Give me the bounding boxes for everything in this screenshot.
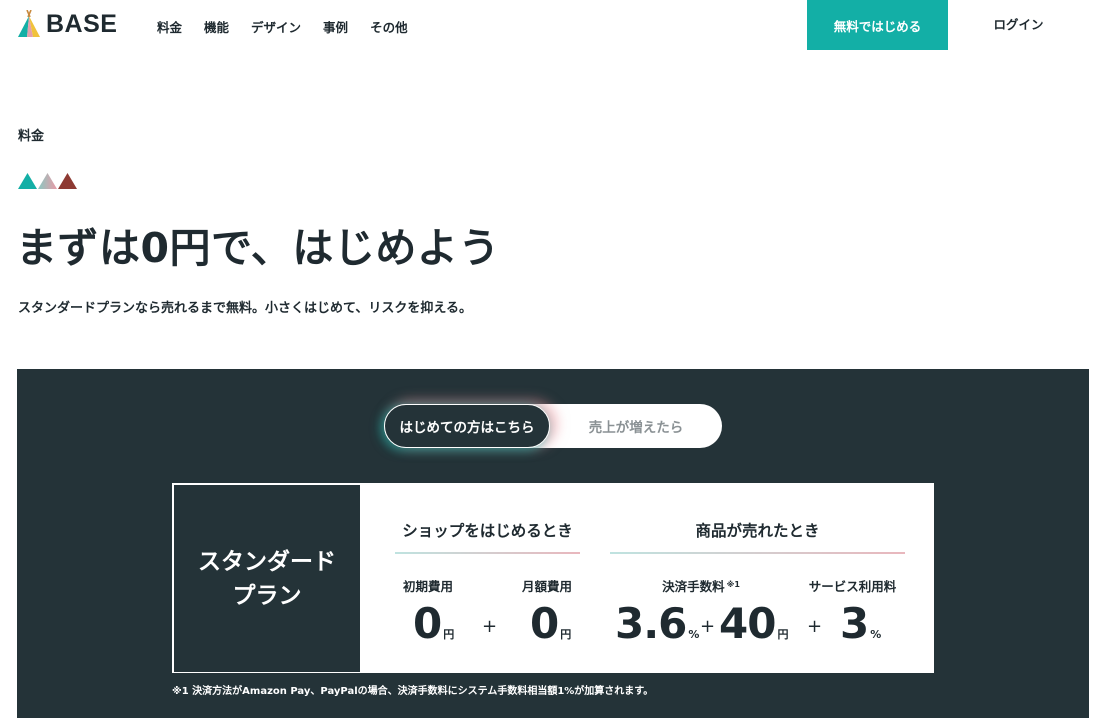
service-fee-unit: %	[870, 628, 882, 641]
product-sold-divider	[610, 552, 905, 554]
tent-logo-icon	[18, 10, 40, 37]
service-fee-label: サービス利用料	[808, 579, 897, 594]
service-fee-number: 3	[840, 599, 869, 648]
shop-start-title: ショップをはじめるとき	[402, 522, 573, 540]
service-fee-value: 3%	[840, 599, 881, 648]
payment-fee-yen-unit: 円	[777, 628, 789, 641]
pricing-panel: はじめての方はこちら 売上が増えたら スタンダード プラン ショップをはじめると…	[17, 369, 1089, 718]
triangle-brown-icon	[58, 173, 77, 189]
initial-fee-unit: 円	[443, 628, 455, 641]
page-subtitle: スタンダードプランなら売れるまで無料。小さくはじめて、リスクを抑える。	[18, 301, 472, 316]
payment-fee-yen-number: 40	[719, 599, 776, 648]
payment-fee-yen-value: 40 円	[719, 599, 788, 648]
site-header: BASE 料金 機能 デザイン 事例 その他 無料ではじめる ログイン	[0, 0, 1109, 50]
triangle-pink-icon	[38, 173, 57, 189]
monthly-fee-unit: 円	[560, 628, 572, 641]
triangle-teal-icon	[18, 173, 37, 189]
page-category-label: 料金	[18, 129, 45, 144]
triangle-decoration	[18, 173, 77, 189]
nav-item-cases[interactable]: 事例	[323, 17, 348, 36]
main-nav: 料金 機能 デザイン 事例 その他	[157, 17, 430, 36]
nav-item-pricing[interactable]: 料金	[157, 17, 182, 36]
toggle-sales-increase[interactable]: 売上が増えたら	[550, 404, 722, 448]
logo-text: BASE	[46, 9, 118, 38]
initial-fee-label: 初期費用	[402, 579, 453, 594]
plan-name-line1: スタンダード	[198, 548, 336, 575]
toggle-first-time[interactable]: はじめての方はこちら	[384, 404, 550, 448]
shop-start-divider	[395, 552, 580, 554]
nav-item-design[interactable]: デザイン	[251, 17, 301, 36]
payment-fee-label-text: 決済手数料	[662, 579, 725, 594]
monthly-fee-number: 0	[530, 599, 559, 648]
product-sold-title: 商品が売れたとき	[695, 522, 820, 540]
plan-name: スタンダード プラン	[174, 485, 360, 672]
payment-fee-percent-number: 3.6	[615, 599, 687, 648]
payment-fee-label: 決済手数料 ※1	[651, 576, 751, 595]
payment-fee-footnote: ※1 決済方法がAmazon Pay、PayPalの場合、決済手数料にシステム手…	[172, 686, 654, 697]
plus-sign: +	[807, 616, 823, 637]
plan-toggle: はじめての方はこちら 売上が増えたら	[384, 404, 722, 448]
plus-sign: +	[482, 616, 498, 637]
payment-fee-note: ※1	[726, 580, 740, 589]
initial-fee-value: 0円	[413, 599, 454, 648]
login-button[interactable]: ログイン	[948, 0, 1089, 46]
monthly-fee-label: 月額費用	[521, 579, 572, 594]
nav-item-other[interactable]: その他	[370, 17, 408, 36]
initial-fee-number: 0	[413, 599, 442, 648]
payment-fee-percent-unit: %	[688, 628, 700, 641]
plus-sign: +	[700, 616, 716, 637]
nav-item-features[interactable]: 機能	[204, 17, 229, 36]
base-logo[interactable]: BASE	[18, 9, 117, 39]
monthly-fee-value: 0円	[530, 599, 571, 648]
plan-name-line2: プラン	[232, 582, 302, 609]
start-free-button[interactable]: 無料ではじめる	[807, 0, 948, 50]
standard-plan-card: スタンダード プラン ショップをはじめるとき 商品が売れたとき 初期費用 月額費…	[172, 483, 934, 673]
payment-fee-percent-value: 3.6%	[615, 599, 699, 648]
page-title: まずは0円で、はじめよう	[16, 224, 500, 272]
